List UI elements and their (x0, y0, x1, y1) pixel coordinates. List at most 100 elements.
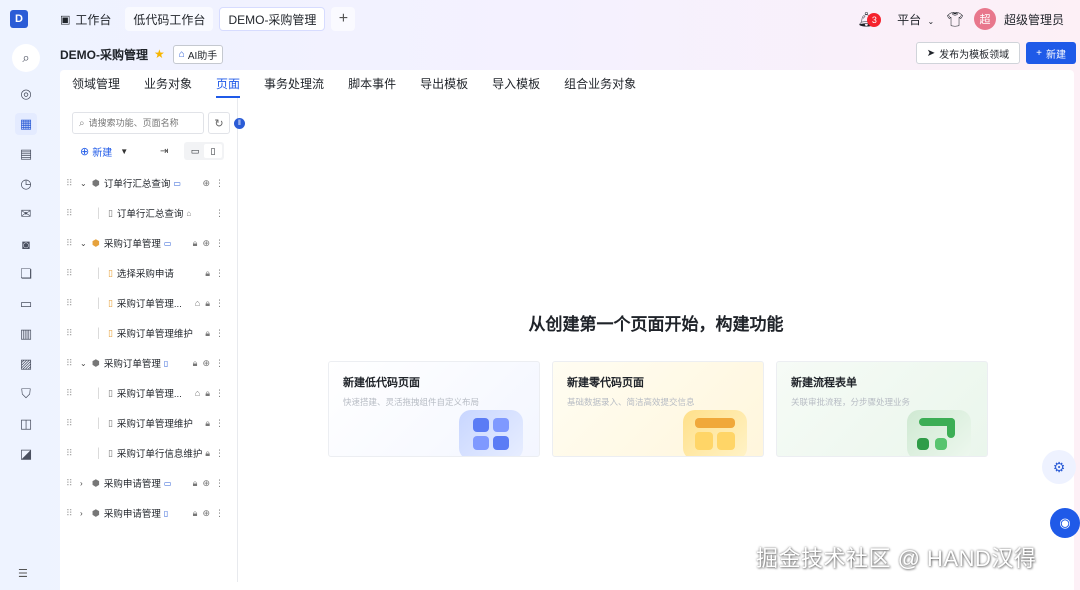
mobile-icon[interactable]: ▯ (204, 144, 222, 158)
chart-icon[interactable]: ▥ (15, 323, 37, 345)
user-name[interactable]: 超级管理员 (1004, 11, 1064, 28)
layers-icon[interactable]: ❏ (15, 263, 37, 285)
more-icon[interactable]: ⋮ (215, 418, 224, 429)
tab-export-template[interactable]: 导出模板 (420, 70, 468, 98)
tab-lowcode-workbench[interactable]: 低代码工作台 (125, 7, 214, 31)
drag-handle-icon[interactable]: ⠿ (66, 178, 73, 189)
tree-row[interactable]: ⠿ › ⬢ 采购申请管理 ▯ 🔒︎ ⊕ ⋮ (60, 500, 236, 526)
tools-float-icon[interactable]: ⚙ (1042, 450, 1076, 484)
tree-row[interactable]: ⠿ │ ▯ 采购订单管理维护 🔒︎ ⋮ (60, 320, 236, 346)
chevron-right-icon[interactable]: › (80, 479, 88, 488)
tab-pages[interactable]: 页面 (216, 70, 241, 98)
chevron-down-icon[interactable]: ⌄ (80, 239, 88, 248)
bell-icon[interactable]: 🔔︎ 3 (857, 11, 882, 28)
collapse-menu-icon[interactable]: ☰ (18, 567, 28, 580)
tree-row[interactable]: ⠿ │ ▯ 采购订单管理... ⌂ 🔒︎ ⋮ (60, 380, 236, 406)
image-icon[interactable]: ▨ (15, 353, 37, 375)
drag-handle-icon[interactable]: ⠿ (66, 298, 73, 309)
tree-row[interactable]: ⠿ › ⬢ 采购申请管理 ▭ 🔒︎ ⊕ ⋮ (60, 470, 236, 496)
tree-row-label: 订单行汇总查询 (116, 209, 184, 220)
search-icon[interactable]: ⌕ (12, 44, 40, 72)
desktop-icon: ▭ (163, 478, 172, 488)
platform-dropdown[interactable]: 平台 ⌄ (897, 11, 934, 28)
more-icon[interactable]: ⋮ (215, 238, 224, 249)
tab-transaction-flow[interactable]: 事务处理流 (264, 70, 324, 98)
brain-icon[interactable]: ◎ (15, 83, 37, 105)
more-icon[interactable]: ⋮ (215, 268, 224, 279)
chevron-down-icon[interactable]: ⌄ (80, 179, 88, 188)
settings-box-icon[interactable]: ◫ (15, 413, 37, 435)
tab-workbench[interactable]: ▣ 工作台 (52, 7, 119, 31)
more-icon[interactable]: ⋮ (215, 388, 224, 399)
publish-template-button[interactable]: ➤ 发布为模板领域 (915, 42, 1021, 64)
add-child-icon[interactable]: ⊕ (202, 508, 210, 519)
drag-handle-icon[interactable]: ⠿ (66, 238, 73, 249)
theme-icon[interactable]: 👕︎ (946, 11, 964, 28)
shield-icon[interactable]: ⛉ (15, 383, 37, 405)
more-icon[interactable]: ⋮ (215, 478, 224, 489)
collapse-panel-icon[interactable]: ‖ (234, 118, 245, 129)
indent-icon[interactable]: ⇥ (160, 146, 168, 157)
drag-handle-icon[interactable]: ⠿ (66, 358, 73, 369)
document-icon[interactable]: ▭ (15, 293, 37, 315)
tab-script-events[interactable]: 脚本事件 (348, 70, 396, 98)
add-child-icon[interactable]: ⊕ (202, 178, 210, 189)
drag-handle-icon[interactable]: ⠿ (66, 478, 73, 489)
new-lowcode-page-card[interactable]: 新建低代码页面 快速搭建、灵活拖拽组件自定义布局 (328, 361, 540, 457)
drag-handle-icon[interactable]: ⠿ (66, 268, 73, 279)
drag-handle-icon[interactable]: ⠿ (66, 208, 73, 219)
calendar-icon[interactable]: ▤ (15, 143, 37, 165)
chat-float-icon[interactable]: ◉ (1050, 508, 1080, 538)
mail-icon[interactable]: ✉ (15, 203, 37, 225)
new-flow-form-card[interactable]: 新建流程表单 关联审批流程，分步骤处理业务 (776, 361, 988, 457)
desktop-icon[interactable]: ▭ (186, 144, 204, 158)
refresh-icon[interactable]: ↻ (208, 112, 230, 134)
new-button[interactable]: + 新建 (1026, 42, 1076, 64)
tab-import-template[interactable]: 导入模板 (492, 70, 540, 98)
tree-new-button[interactable]: ⊕ 新建 (80, 144, 112, 159)
drag-handle-icon[interactable]: ⠿ (66, 418, 73, 429)
chevron-right-icon[interactable]: › (80, 509, 88, 518)
tab-business-object[interactable]: 业务对象 (144, 70, 192, 98)
more-icon[interactable]: ⋮ (215, 508, 224, 519)
add-tab-button[interactable]: + (331, 7, 356, 31)
tab-demo-procurement[interactable]: DEMO-采购管理 (219, 7, 326, 31)
drag-handle-icon[interactable]: ⠿ (66, 508, 73, 519)
star-icon[interactable]: ★ (154, 47, 165, 61)
tab-domain[interactable]: 领域管理 (72, 70, 120, 98)
more-icon[interactable]: ⋮ (215, 178, 224, 189)
avatar[interactable]: 超 (973, 8, 996, 30)
tree-row[interactable]: ⠿ │ ▯ 采购订单行信息维护 🔒︎ ⋮ (60, 440, 236, 466)
drag-handle-icon[interactable]: ⠿ (66, 328, 73, 339)
more-icon[interactable]: ⋮ (215, 448, 224, 459)
add-child-icon[interactable]: ⊕ (202, 358, 210, 369)
tree-row[interactable]: ⠿ ⌄ ⬢ 采购订单管理 ▭ 🔒︎ ⊕ ⋮ (60, 230, 236, 256)
lowcode-icon[interactable]: ▦ (15, 113, 37, 135)
more-icon[interactable]: ⋮ (215, 328, 224, 339)
tree-row[interactable]: ⠿ │ ▯ 采购订单管理... ⌂ 🔒︎ ⋮ (60, 290, 236, 316)
add-child-icon[interactable]: ⊕ (202, 478, 210, 489)
app-logo[interactable]: D (0, 0, 38, 38)
tree-search-input[interactable] (88, 118, 189, 128)
more-icon[interactable]: ⋮ (215, 208, 224, 219)
tree-row[interactable]: ⠿ │ ▯ 订单行汇总查询 ⌂ ⋮ (60, 200, 236, 226)
home-icon: ⌂ (186, 208, 192, 218)
tree-search-box: ⌕ (72, 112, 204, 134)
new-zerocode-page-card[interactable]: 新建零代码页面 基础数据录入、简洁高效提交信息 (552, 361, 764, 457)
chevron-down-icon[interactable]: ⌄ (80, 359, 88, 368)
drag-handle-icon[interactable]: ⠿ (66, 388, 73, 399)
tree-row[interactable]: ⠿ │ ▯ 采购订单管理维护 🔒︎ ⋮ (60, 410, 236, 436)
tree-row[interactable]: ⠿ │ ▯ 选择采购申请 🔒︎ ⋮ (60, 260, 236, 286)
clock-icon[interactable]: ◷ (15, 173, 37, 195)
tab-composite-object[interactable]: 组合业务对象 (564, 70, 636, 98)
ai-assistant-button[interactable]: ⌂ AI助手 (172, 44, 224, 64)
tree-row[interactable]: ⠿ ⌄ ⬢ 采购订单管理 ▯ 🔒︎ ⊕ ⋮ (60, 350, 236, 376)
more-icon[interactable]: ⋮ (215, 358, 224, 369)
drag-handle-icon[interactable]: ⠿ (66, 448, 73, 459)
more-icon[interactable]: ⋮ (215, 298, 224, 309)
storage-icon[interactable]: ◪ (15, 443, 37, 465)
caret-down-icon[interactable]: ▼ (120, 147, 128, 156)
tree-row[interactable]: ⠿ ⌄ ⬢ 订单行汇总查询 ▭ ⊕ ⋮ (60, 170, 236, 196)
add-child-icon[interactable]: ⊕ (202, 238, 210, 249)
camera-icon[interactable]: ◙ (15, 233, 37, 255)
